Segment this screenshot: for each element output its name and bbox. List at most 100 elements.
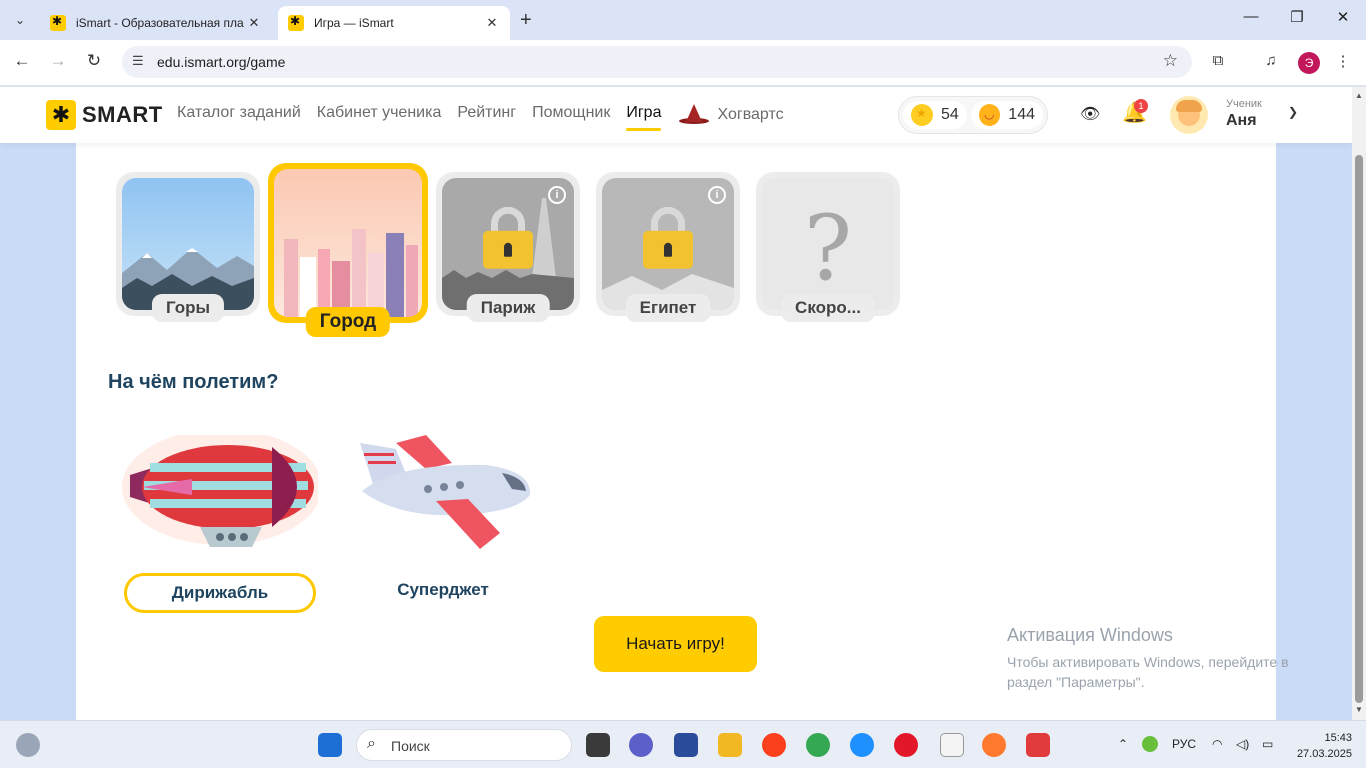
ismart-favicon-icon — [288, 14, 304, 31]
battery-icon[interactable]: ▭ — [1262, 737, 1273, 751]
meet-icon[interactable] — [629, 733, 653, 757]
browser-toolbar: ← → ↻ ☰ edu.ismart.org/game ☆ ⧉ ♫ Э ⋮ — [0, 40, 1366, 86]
windows-taskbar: ⌕ Поиск ⌃ РУС ◠ ◁) ▭ 15:43 27.03.2025 — [0, 720, 1366, 768]
document-icon[interactable] — [940, 733, 964, 757]
eye-icon[interactable]: 👁 — [1080, 104, 1100, 124]
site-info-icon[interactable]: ☰ — [132, 53, 144, 69]
avatar[interactable] — [1170, 96, 1208, 134]
location-coming-soon: ? Скоро... — [756, 172, 900, 322]
taskbar-search[interactable]: ⌕ Поиск — [356, 729, 572, 761]
close-window-icon[interactable]: ✕ — [1328, 8, 1358, 26]
chevron-down-icon[interactable]: ❯ — [1288, 105, 1298, 119]
location-paris[interactable]: i Париж — [436, 172, 580, 322]
nav-rating[interactable]: Рейтинг — [457, 104, 516, 131]
nav-assistant[interactable]: Помощник — [532, 104, 610, 131]
forward-icon[interactable]: → — [46, 51, 70, 71]
question-mark-icon: ? — [803, 196, 853, 301]
language-indicator[interactable]: РУС — [1172, 737, 1196, 751]
location-city[interactable]: Город — [268, 163, 428, 337]
nav-hogwarts-label: Хогвартс — [717, 106, 784, 124]
currency-panel[interactable]: 54 144 — [898, 96, 1048, 134]
volume-icon[interactable]: ◁) — [1236, 737, 1249, 751]
tab-game[interactable]: Игра — iSmart ✕ — [278, 6, 510, 40]
back-icon[interactable]: ← — [10, 51, 34, 71]
notification-badge: 1 — [1134, 99, 1148, 113]
tab-search-icon[interactable]: ⌄ — [8, 8, 32, 32]
airship-image[interactable] — [122, 429, 322, 555]
task-view-icon[interactable] — [586, 733, 610, 757]
scroll-up-icon[interactable]: ▲ — [1355, 91, 1363, 100]
smiles-value: 144 — [1008, 106, 1035, 123]
ismart-favicon-icon — [50, 14, 66, 31]
mountains-scene — [122, 178, 254, 310]
media-control-icon[interactable]: ♫ — [1260, 52, 1282, 69]
lock-icon — [483, 206, 533, 269]
restore-icon[interactable]: ❐ — [1282, 8, 1312, 26]
yandex-icon[interactable] — [762, 733, 786, 757]
system-clock[interactable]: 15:43 27.03.2025 — [1290, 730, 1352, 762]
nav-catalog[interactable]: Каталог заданий — [177, 104, 301, 131]
activation-title: Активация Windows — [1007, 625, 1173, 645]
reload-icon[interactable]: ↻ — [82, 51, 106, 71]
tab-title: Игра — iSmart — [314, 16, 394, 30]
url-text: edu.ismart.org/game — [157, 54, 286, 70]
ismart-logo-icon[interactable]: ✱ — [46, 100, 76, 130]
page-scrollbar[interactable]: ▲ ▼ — [1352, 87, 1366, 720]
extensions-icon[interactable]: ⧉ — [1207, 52, 1229, 69]
file-explorer-icon[interactable] — [718, 733, 742, 757]
nav-hogwarts[interactable]: Хогвартс — [677, 104, 784, 131]
store-icon[interactable] — [674, 733, 698, 757]
profile-avatar[interactable]: Э — [1298, 52, 1320, 74]
close-tab-icon[interactable]: ✕ — [246, 15, 262, 31]
city-scene — [274, 169, 422, 317]
location-label: Горы — [151, 294, 225, 322]
tray-expand-icon[interactable]: ⌃ — [1118, 737, 1128, 751]
smiles-counter: 144 — [971, 101, 1043, 129]
coming-soon-scene: ? — [762, 178, 894, 310]
info-icon[interactable]: i — [708, 186, 726, 204]
location-mountains[interactable]: Горы — [116, 172, 260, 322]
location-label: Скоро... — [781, 294, 875, 322]
vehicle-option-airship[interactable]: Дирижабль — [124, 573, 316, 613]
location-egypt[interactable]: i Египет — [596, 172, 740, 322]
wifi-icon[interactable]: ◠ — [1212, 737, 1222, 751]
superjet-image[interactable] — [356, 433, 532, 553]
location-label: Египет — [625, 294, 711, 322]
vehicle-section-title: На чём полетим? — [108, 371, 279, 393]
user-name[interactable]: Аня — [1226, 112, 1257, 130]
search-icon: ⌕ — [367, 735, 376, 752]
chrome-icon[interactable] — [806, 733, 830, 757]
edge-icon[interactable] — [850, 733, 874, 757]
wizard-hat-icon — [677, 104, 711, 126]
main-nav: Каталог заданий Кабинет ученика Рейтинг … — [177, 104, 784, 131]
windows-start-icon[interactable] — [318, 733, 342, 757]
bookmark-star-icon[interactable]: ☆ — [1163, 51, 1178, 71]
weather-icon[interactable] — [16, 733, 40, 757]
site-logo[interactable]: SMART — [82, 102, 163, 128]
address-bar[interactable]: ☰ edu.ismart.org/game ☆ — [122, 46, 1192, 78]
tab-title: iSmart - Образовательная пла — [76, 16, 244, 30]
clock-date: 27.03.2025 — [1296, 748, 1352, 760]
browser-tab-strip: ⌄ iSmart - Образовательная пла ✕ Игра — … — [0, 0, 1366, 40]
tray-app-icon[interactable] — [1142, 736, 1158, 752]
coins-value: 54 — [941, 106, 959, 123]
start-game-button[interactable]: Начать игру! — [594, 616, 757, 672]
nav-game[interactable]: Игра — [626, 104, 662, 131]
tab-ismart-platform[interactable]: iSmart - Образовательная пла ✕ — [40, 6, 272, 40]
close-tab-icon[interactable]: ✕ — [484, 15, 500, 31]
scroll-thumb[interactable] — [1355, 155, 1363, 703]
activation-text: Чтобы активировать Windows, перейдите в … — [1007, 654, 1289, 690]
scroll-down-icon[interactable]: ▼ — [1355, 705, 1363, 714]
new-tab-icon[interactable]: + — [520, 9, 532, 32]
info-icon[interactable]: i — [548, 186, 566, 204]
minimize-icon[interactable]: — — [1236, 8, 1266, 25]
photos-icon[interactable] — [982, 733, 1006, 757]
wps-office-icon[interactable] — [1026, 733, 1050, 757]
opera-icon[interactable] — [894, 733, 918, 757]
user-role: Ученик — [1226, 98, 1262, 110]
vehicle-option-superjet[interactable]: Суперджет — [347, 573, 539, 613]
windows-activation-watermark: Активация Windows Чтобы активировать Win… — [1007, 625, 1327, 692]
browser-menu-icon[interactable]: ⋮ — [1332, 52, 1354, 70]
nav-student-cabinet[interactable]: Кабинет ученика — [317, 104, 442, 131]
location-label: Город — [305, 307, 391, 337]
